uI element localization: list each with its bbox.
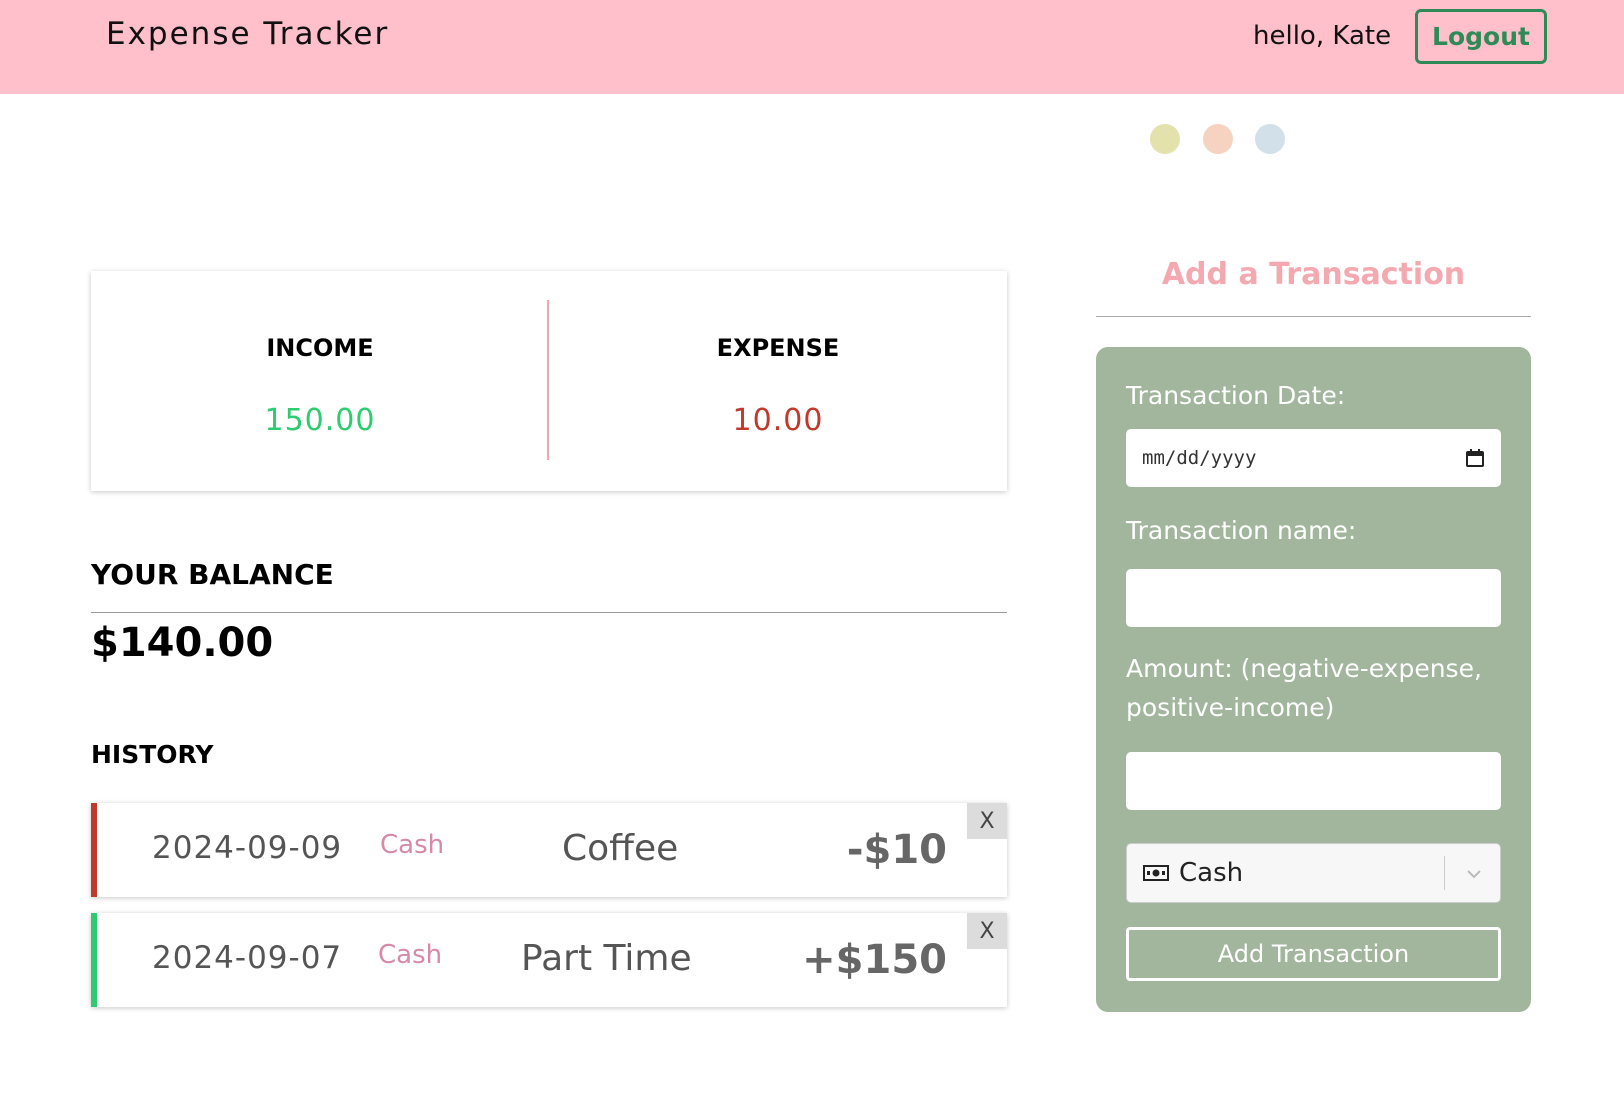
delete-transaction-button[interactable]: X <box>967 803 1007 839</box>
cash-icon <box>1143 864 1169 882</box>
theme-dot-blue[interactable] <box>1255 124 1285 154</box>
user-greeting: hello, Kate <box>1253 21 1392 51</box>
history-item-date: 2024-09-09 <box>152 830 343 866</box>
expense-summary: EXPENSE 10.00 <box>549 271 1007 491</box>
form-heading-divider <box>1096 316 1531 317</box>
calendar-icon[interactable] <box>1465 448 1485 468</box>
income-value: 150.00 <box>264 403 376 438</box>
app-title: Expense Tracker <box>106 16 390 52</box>
balance-value: $140.00 <box>91 620 274 666</box>
amount-label: Amount: (negative-expense, positive-inco… <box>1126 654 1482 722</box>
chevron-down-icon[interactable] <box>1464 864 1484 884</box>
history-item-name: Part Time <box>521 938 692 979</box>
balance-divider <box>91 612 1007 613</box>
add-transaction-form: Transaction Date: mm/dd/yyyy Transaction… <box>1096 347 1531 1012</box>
history-item-name: Coffee <box>562 828 679 869</box>
transaction-name-input[interactable] <box>1126 569 1501 627</box>
theme-dot-yellow[interactable] <box>1150 124 1180 154</box>
add-transaction-heading: Add a Transaction <box>1161 257 1466 292</box>
history-label: HISTORY <box>91 740 214 769</box>
transaction-name-label: Transaction name: <box>1126 516 1357 545</box>
amount-input[interactable] <box>1126 752 1501 810</box>
history-item-amount: -$10 <box>846 827 947 873</box>
top-navbar: Expense Tracker hello, Kate Logout <box>0 0 1624 94</box>
income-expense-card: INCOME 150.00 EXPENSE 10.00 <box>91 271 1007 491</box>
expense-label: EXPENSE <box>716 334 840 362</box>
transaction-date-input[interactable]: mm/dd/yyyy <box>1126 429 1501 487</box>
history-item-date: 2024-09-07 <box>152 940 343 976</box>
theme-dot-peach[interactable] <box>1203 124 1233 154</box>
history-item-amount: +$150 <box>802 937 947 983</box>
logout-button[interactable]: Logout <box>1415 9 1547 64</box>
history-item-method: Cash <box>378 940 443 970</box>
payment-method-value: Cash <box>1179 858 1244 888</box>
history-item-method: Cash <box>380 830 445 860</box>
income-label: INCOME <box>266 334 374 362</box>
transaction-date-label: Transaction Date: <box>1126 381 1346 410</box>
payment-method-select[interactable]: Cash <box>1126 843 1501 903</box>
date-placeholder: mm/dd/yyyy <box>1142 447 1257 469</box>
add-transaction-button[interactable]: Add Transaction <box>1126 927 1501 981</box>
balance-label: YOUR BALANCE <box>91 558 334 591</box>
delete-transaction-button[interactable]: X <box>967 913 1007 949</box>
history-item: 2024-09-09 Cash Coffee -$10 X <box>91 803 1007 897</box>
expense-value: 10.00 <box>732 403 824 438</box>
history-item: 2024-09-07 Cash Part Time +$150 X <box>91 913 1007 1007</box>
income-summary: INCOME 150.00 <box>91 271 549 491</box>
select-separator <box>1444 856 1445 890</box>
